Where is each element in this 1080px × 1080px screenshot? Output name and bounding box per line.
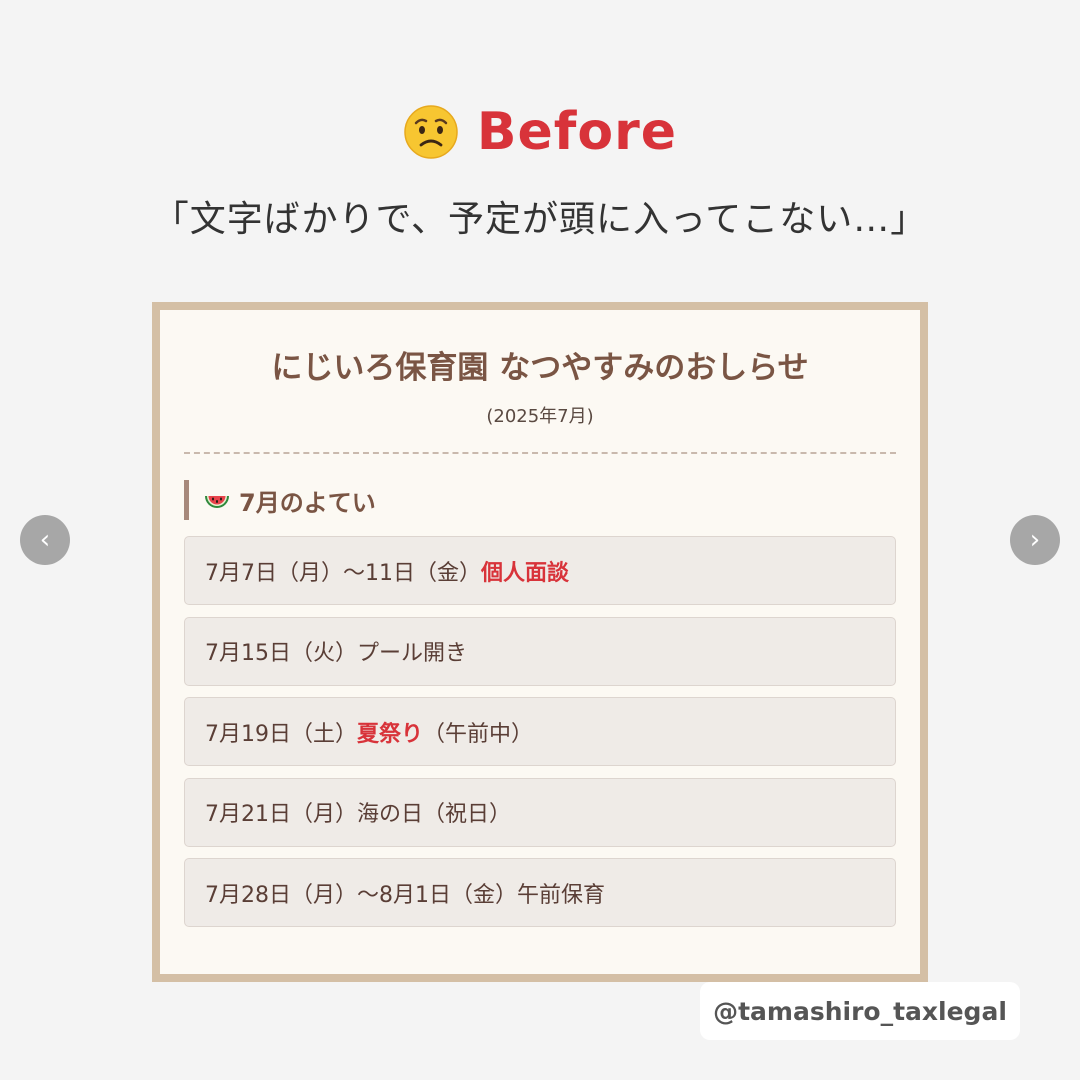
event-item: 7月28日（月）～8月1日（金）午前保育 (184, 858, 896, 927)
chevron-left-icon: ‹ (39, 525, 51, 555)
notice-card: にじいろ保育園 なつやすみのおしらせ (2025年7月) 7月のよてい 7月7日… (152, 302, 928, 982)
event-item: 7月19日（土） 夏祭り （午前中） (184, 697, 896, 766)
event-date: 7月21日（月）海の日（祝日） (205, 802, 511, 827)
section-heading: 7月のよてい (184, 480, 376, 520)
event-date: 7月19日（土） (205, 721, 357, 747)
event-item: 7月15日（火）プール開き (184, 616, 896, 686)
event-highlight: 夏祭り (357, 721, 424, 747)
event-list: 7月7日（月）～11日（金） 個人面談 7月15日（火）プール開き 7月19日（土… (184, 536, 896, 939)
section-label: 7月のよてい (239, 488, 376, 517)
slide-heading: Before (0, 96, 1080, 168)
next-slide-button[interactable]: › (1010, 515, 1060, 565)
account-handle: @tamashiro_taxlegal (700, 982, 1020, 1040)
event-item: 7月7日（月）～11日（金） 個人面談 (184, 536, 896, 605)
event-item: 7月21日（月）海の日（祝日） (184, 777, 896, 847)
subtitle: 「文字ばかりで、予定が頭に入ってこない…」 (152, 199, 928, 240)
event-highlight: 個人面談 (481, 560, 570, 586)
watermelon-icon (205, 496, 229, 508)
dashed-divider (184, 452, 896, 454)
heading-title: Before (476, 102, 678, 162)
event-suffix: （午前中） (423, 721, 534, 747)
event-date: 7月28日（月）～8月1日（金）午前保育 (205, 882, 605, 908)
event-date: 7月15日（火）プール開き (205, 641, 467, 666)
worried-face-icon (404, 105, 458, 159)
prev-slide-button[interactable]: ‹ (20, 515, 70, 565)
notice-title: にじいろ保育園 なつやすみのおしらせ (271, 350, 809, 386)
event-date: 7月7日（月）～11日（金） (205, 560, 481, 586)
chevron-right-icon: › (1029, 525, 1041, 555)
notice-date: (2025年7月) (486, 406, 594, 427)
